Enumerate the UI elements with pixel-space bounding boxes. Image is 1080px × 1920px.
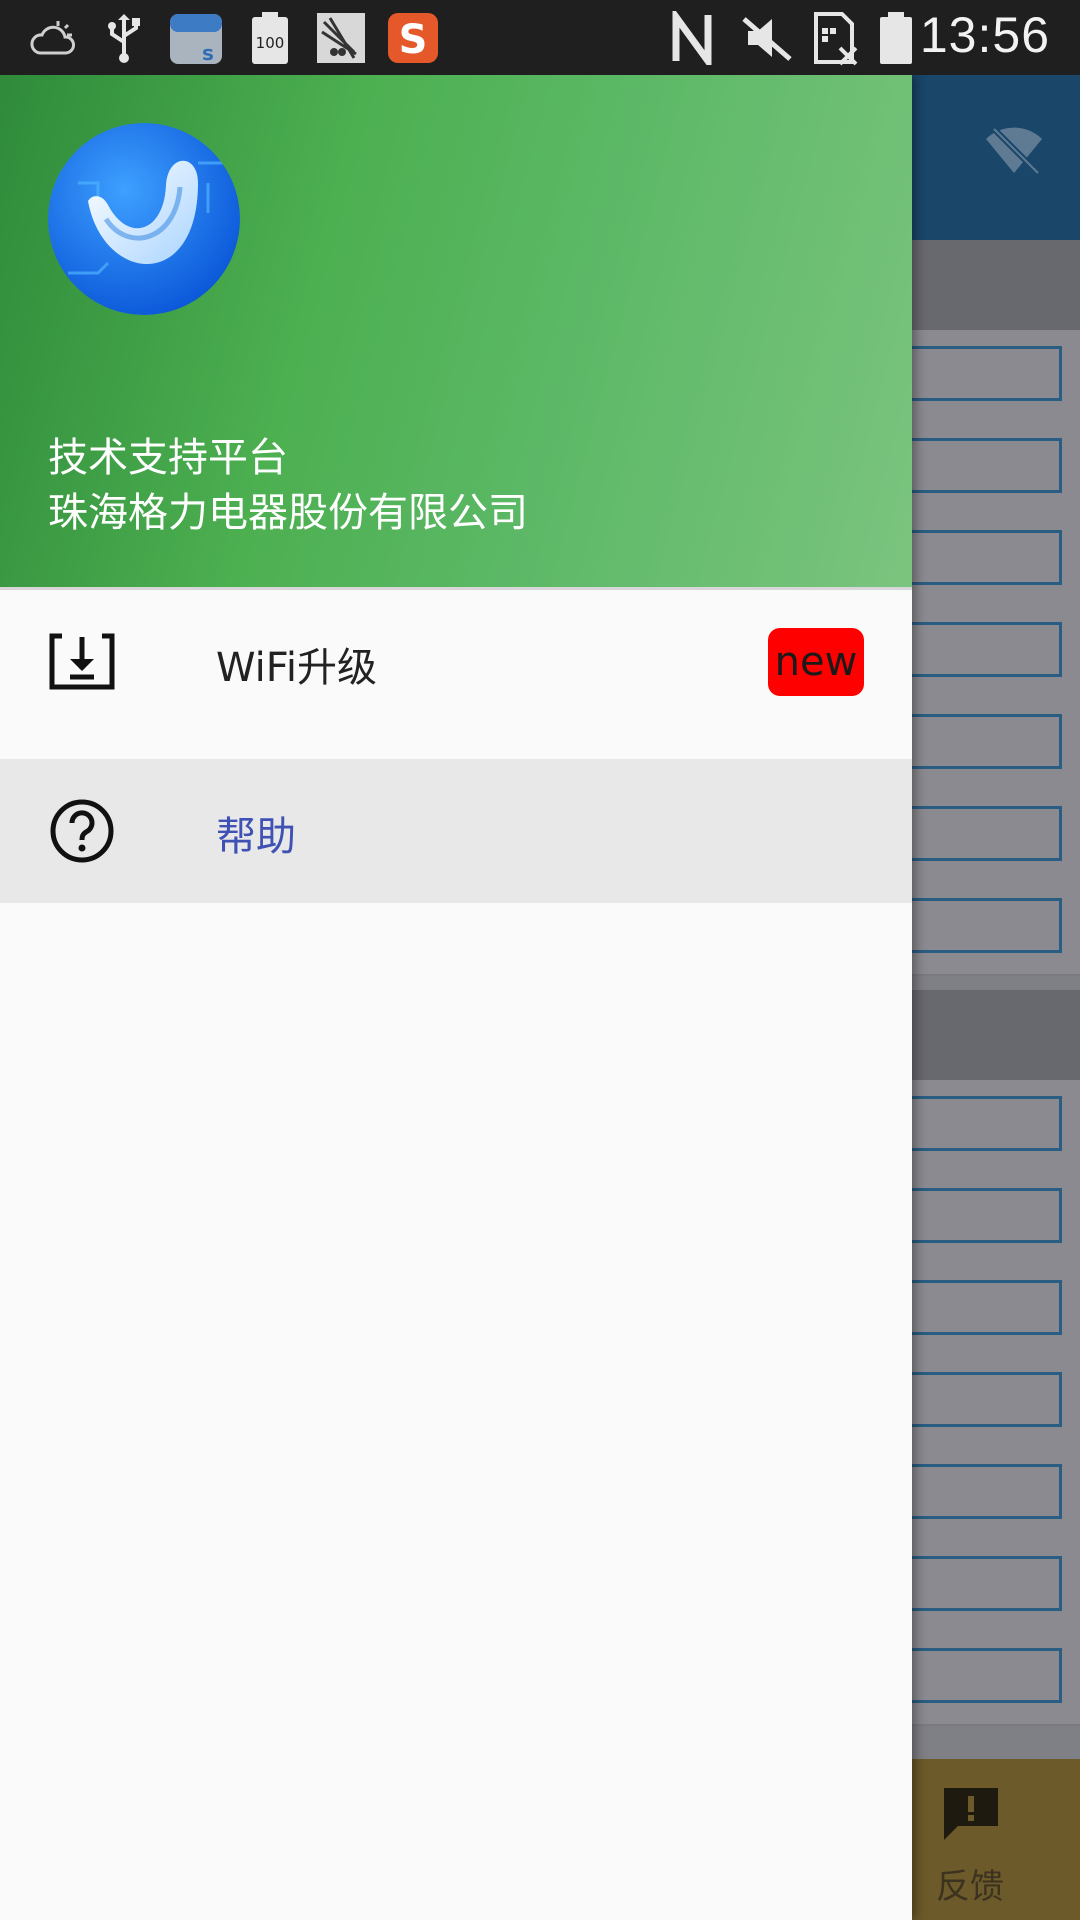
background-row[interactable] (912, 422, 1080, 516)
menu-item-help[interactable]: 帮助 (0, 759, 912, 903)
feedback-alert-icon (940, 1784, 1002, 1846)
sogou-icon: S (386, 10, 440, 65)
background-row[interactable] (912, 790, 1080, 884)
background-row[interactable] (912, 514, 1080, 608)
drawer-header: 技术支持平台 珠海格力电器股份有限公司 (0, 75, 912, 590)
background-row[interactable] (912, 1172, 1080, 1266)
navigation-drawer: 技术支持平台 珠海格力电器股份有限公司 WiFi升级 new 帮助 (0, 75, 912, 1920)
menu-item-wifi-upgrade[interactable]: WiFi升级 new (0, 590, 912, 734)
background-section-header (912, 990, 1080, 1080)
satellite-icon (316, 10, 366, 65)
background-row[interactable] (912, 882, 1080, 976)
background-row[interactable] (912, 1448, 1080, 1542)
battery-100-icon: 100 (250, 10, 290, 65)
status-time: 13:56 (919, 7, 1050, 63)
background-section-header (912, 240, 1080, 330)
app-logo (48, 123, 240, 315)
wifi-off-icon[interactable] (984, 125, 1044, 179)
download-icon (48, 628, 116, 696)
background-row[interactable] (912, 698, 1080, 792)
background-row[interactable] (912, 606, 1080, 700)
background-row[interactable] (912, 1632, 1080, 1726)
feedback-button[interactable]: 反馈 (912, 1759, 1080, 1920)
svg-text:100: 100 (256, 34, 285, 52)
menu-item-label: WiFi升级 (216, 645, 377, 691)
nfc-icon (670, 10, 718, 65)
background-row[interactable] (912, 1356, 1080, 1450)
background-row[interactable] (912, 1540, 1080, 1634)
svg-text:S: S (399, 17, 428, 63)
store-bag-icon: s (168, 10, 224, 65)
usb-icon (104, 10, 144, 65)
new-badge: new (768, 628, 864, 696)
background-row[interactable] (912, 330, 1080, 424)
mute-icon (740, 10, 794, 65)
weather-cloud-icon (28, 10, 78, 65)
status-bar: s 100 S 13:56 (0, 0, 1080, 75)
background-row[interactable] (912, 1080, 1080, 1174)
svg-text:s: s (202, 41, 214, 65)
help-circle-icon (48, 797, 116, 865)
background-app-header (912, 75, 1080, 240)
header-title: 技术支持平台 (48, 435, 288, 481)
menu-item-label: 帮助 (216, 814, 296, 860)
feedback-label: 反馈 (936, 1867, 1004, 1907)
background-row[interactable] (912, 1264, 1080, 1358)
background-app: 反馈 (912, 75, 1080, 1920)
header-subtitle: 珠海格力电器股份有限公司 (48, 490, 528, 536)
no-sim-icon (812, 10, 862, 65)
battery-icon (878, 10, 914, 65)
